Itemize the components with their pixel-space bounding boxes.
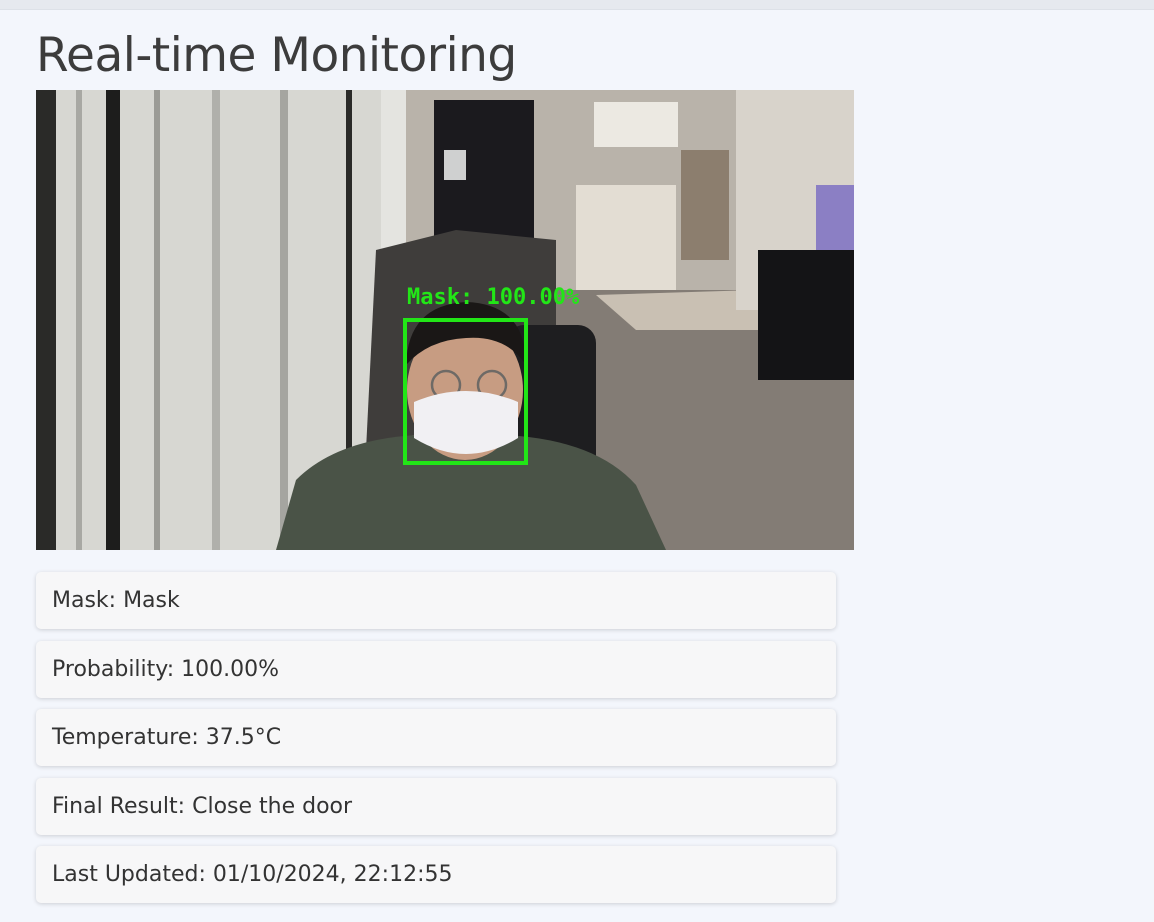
- camera-frame: Mask: 100.00%: [36, 90, 854, 550]
- probability-info-card: Probability: 100.00%: [36, 640, 836, 698]
- temperature-value: 37.5°C: [205, 725, 282, 750]
- probability-label: Probability:: [52, 656, 175, 682]
- last-updated-label: Last Updated:: [52, 862, 206, 887]
- temperature-info-card: Temperature: 37.5°C: [36, 709, 836, 766]
- final-result-label: Final Result:: [52, 793, 186, 819]
- info-list: Mask: Mask Probability: 100.00% Temperat…: [36, 572, 836, 915]
- final-result-value: Close the door: [192, 793, 353, 819]
- final-result-info-card: Final Result: Close the door: [36, 777, 836, 835]
- last-updated-value: 01/10/2024, 22:12:55: [212, 862, 453, 887]
- page-title: Real-time Monitoring: [36, 28, 517, 83]
- camera-feed: Mask: 100.00%: [36, 90, 854, 550]
- top-bar: [0, 0, 1154, 10]
- probability-value: 100.00%: [181, 656, 279, 682]
- mask-value: Mask: [123, 588, 180, 613]
- temperature-label: Temperature:: [52, 725, 199, 750]
- mask-label: Mask:: [52, 588, 117, 613]
- detection-label: Mask: 100.00%: [407, 285, 580, 310]
- mask-info-card: Mask: Mask: [36, 572, 836, 629]
- last-updated-info-card: Last Updated: 01/10/2024, 22:12:55: [36, 846, 836, 903]
